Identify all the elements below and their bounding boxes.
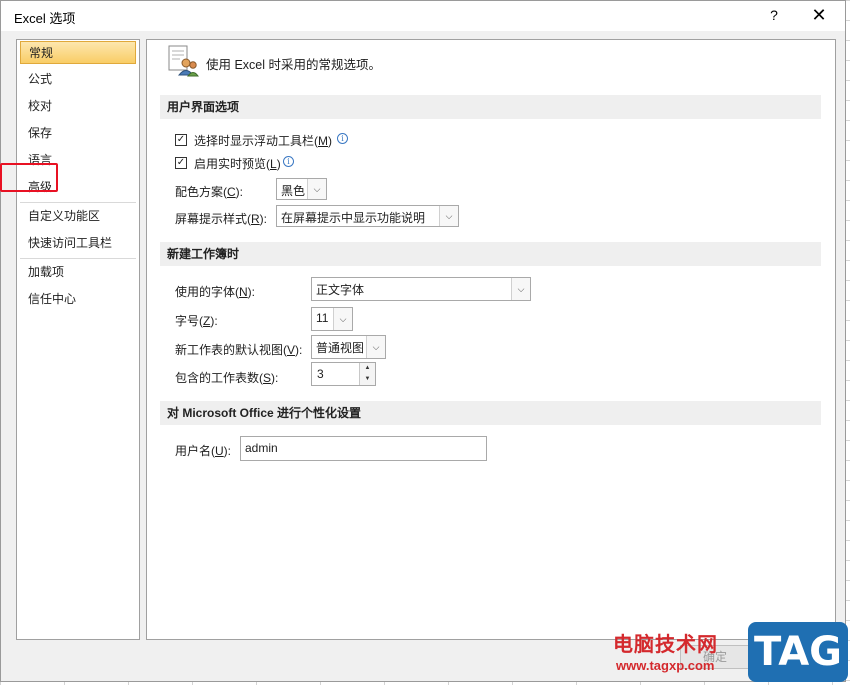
sheet-count-value: 3 — [317, 367, 324, 381]
nav-divider — [20, 258, 136, 259]
nav-item-proofing[interactable]: 校对 — [20, 95, 136, 118]
nav-item-general[interactable]: 常规 — [20, 41, 136, 64]
screentip-style-label: 屏幕提示样式(R): — [175, 212, 268, 226]
screentip-style-value: 在屏幕提示中显示功能说明 — [281, 211, 426, 225]
username-value: admin — [245, 441, 278, 455]
category-nav: 常规 公式 校对 保存 语言 高级 自定义功能区 快速访问工具栏 加载项 信任中… — [16, 39, 140, 640]
nav-item-formulas[interactable]: 公式 — [20, 68, 136, 91]
highlight-annotation-box — [0, 163, 58, 192]
info-icon[interactable]: i — [337, 133, 348, 144]
spin-down-icon[interactable]: ▼ — [359, 374, 375, 385]
username-label: 用户名(U): — [175, 444, 232, 458]
nav-item-quick-access-toolbar[interactable]: 快速访问工具栏 — [20, 232, 136, 255]
sheet-count-label: 包含的工作表数(S): — [175, 371, 279, 385]
content-panel — [146, 39, 836, 640]
help-button[interactable]: ? — [762, 4, 786, 26]
live-preview-checkbox[interactable]: ✓ — [175, 157, 187, 169]
close-button[interactable]: ✕ — [804, 4, 834, 26]
nav-item-customize-ribbon[interactable]: 自定义功能区 — [20, 205, 136, 228]
screentip-style-select[interactable]: 在屏幕提示中显示功能说明 ⌵ — [276, 205, 459, 227]
font-select[interactable]: 正文字体 ⌵ — [311, 277, 531, 301]
default-view-select[interactable]: 普通视图 ⌵ — [311, 335, 386, 359]
general-options-icon — [166, 44, 200, 78]
color-scheme-select[interactable]: 黑色 ⌵ — [276, 178, 327, 200]
default-view-value: 普通视图 — [316, 341, 365, 355]
header-description: 使用 Excel 时采用的常规选项。 — [206, 58, 382, 72]
chevron-down-icon: ⌵ — [439, 206, 458, 226]
font-size-label: 字号(Z): — [175, 314, 218, 328]
live-preview-label: 启用实时预览(L) — [194, 157, 281, 171]
nav-item-trust-center[interactable]: 信任中心 — [20, 288, 136, 311]
nav-item-save[interactable]: 保存 — [20, 122, 136, 145]
section-ui-options: 用户界面选项 — [160, 95, 821, 119]
watermark-site-name: 电脑技术网 — [613, 632, 718, 656]
nav-divider — [20, 202, 136, 203]
info-icon[interactable]: i — [283, 156, 294, 167]
chevron-down-icon: ⌵ — [307, 179, 326, 199]
nav-item-add-ins[interactable]: 加载项 — [20, 261, 136, 284]
show-mini-toolbar-label: 选择时显示浮动工具栏(M) — [194, 134, 332, 148]
font-size-select[interactable]: 11 ⌵ — [311, 307, 353, 331]
watermark-tag-logo: TAG — [748, 622, 848, 682]
font-label: 使用的字体(N): — [175, 285, 256, 299]
watermark-url: www.tagxp.com — [616, 658, 715, 673]
username-input[interactable]: admin — [240, 436, 487, 461]
title-bar — [1, 1, 845, 31]
show-mini-toolbar-checkbox[interactable]: ✓ — [175, 134, 187, 146]
section-new-workbook: 新建工作簿时 — [160, 242, 821, 266]
chevron-down-icon: ⌵ — [366, 336, 385, 358]
color-scheme-label: 配色方案(C): — [175, 185, 244, 199]
default-view-label: 新工作表的默认视图(V): — [175, 343, 303, 357]
chevron-down-icon: ⌵ — [333, 308, 352, 330]
chevron-down-icon: ⌵ — [511, 278, 530, 300]
font-size-value: 11 — [316, 311, 329, 325]
dialog-title: Excel 选项 — [14, 11, 76, 26]
font-value: 正文字体 — [316, 283, 365, 297]
sheet-count-spinner[interactable]: 3 ▲ ▼ — [311, 362, 376, 386]
color-scheme-value: 黑色 — [281, 184, 306, 198]
section-personalize: 对 Microsoft Office 进行个性化设置 — [160, 401, 821, 425]
